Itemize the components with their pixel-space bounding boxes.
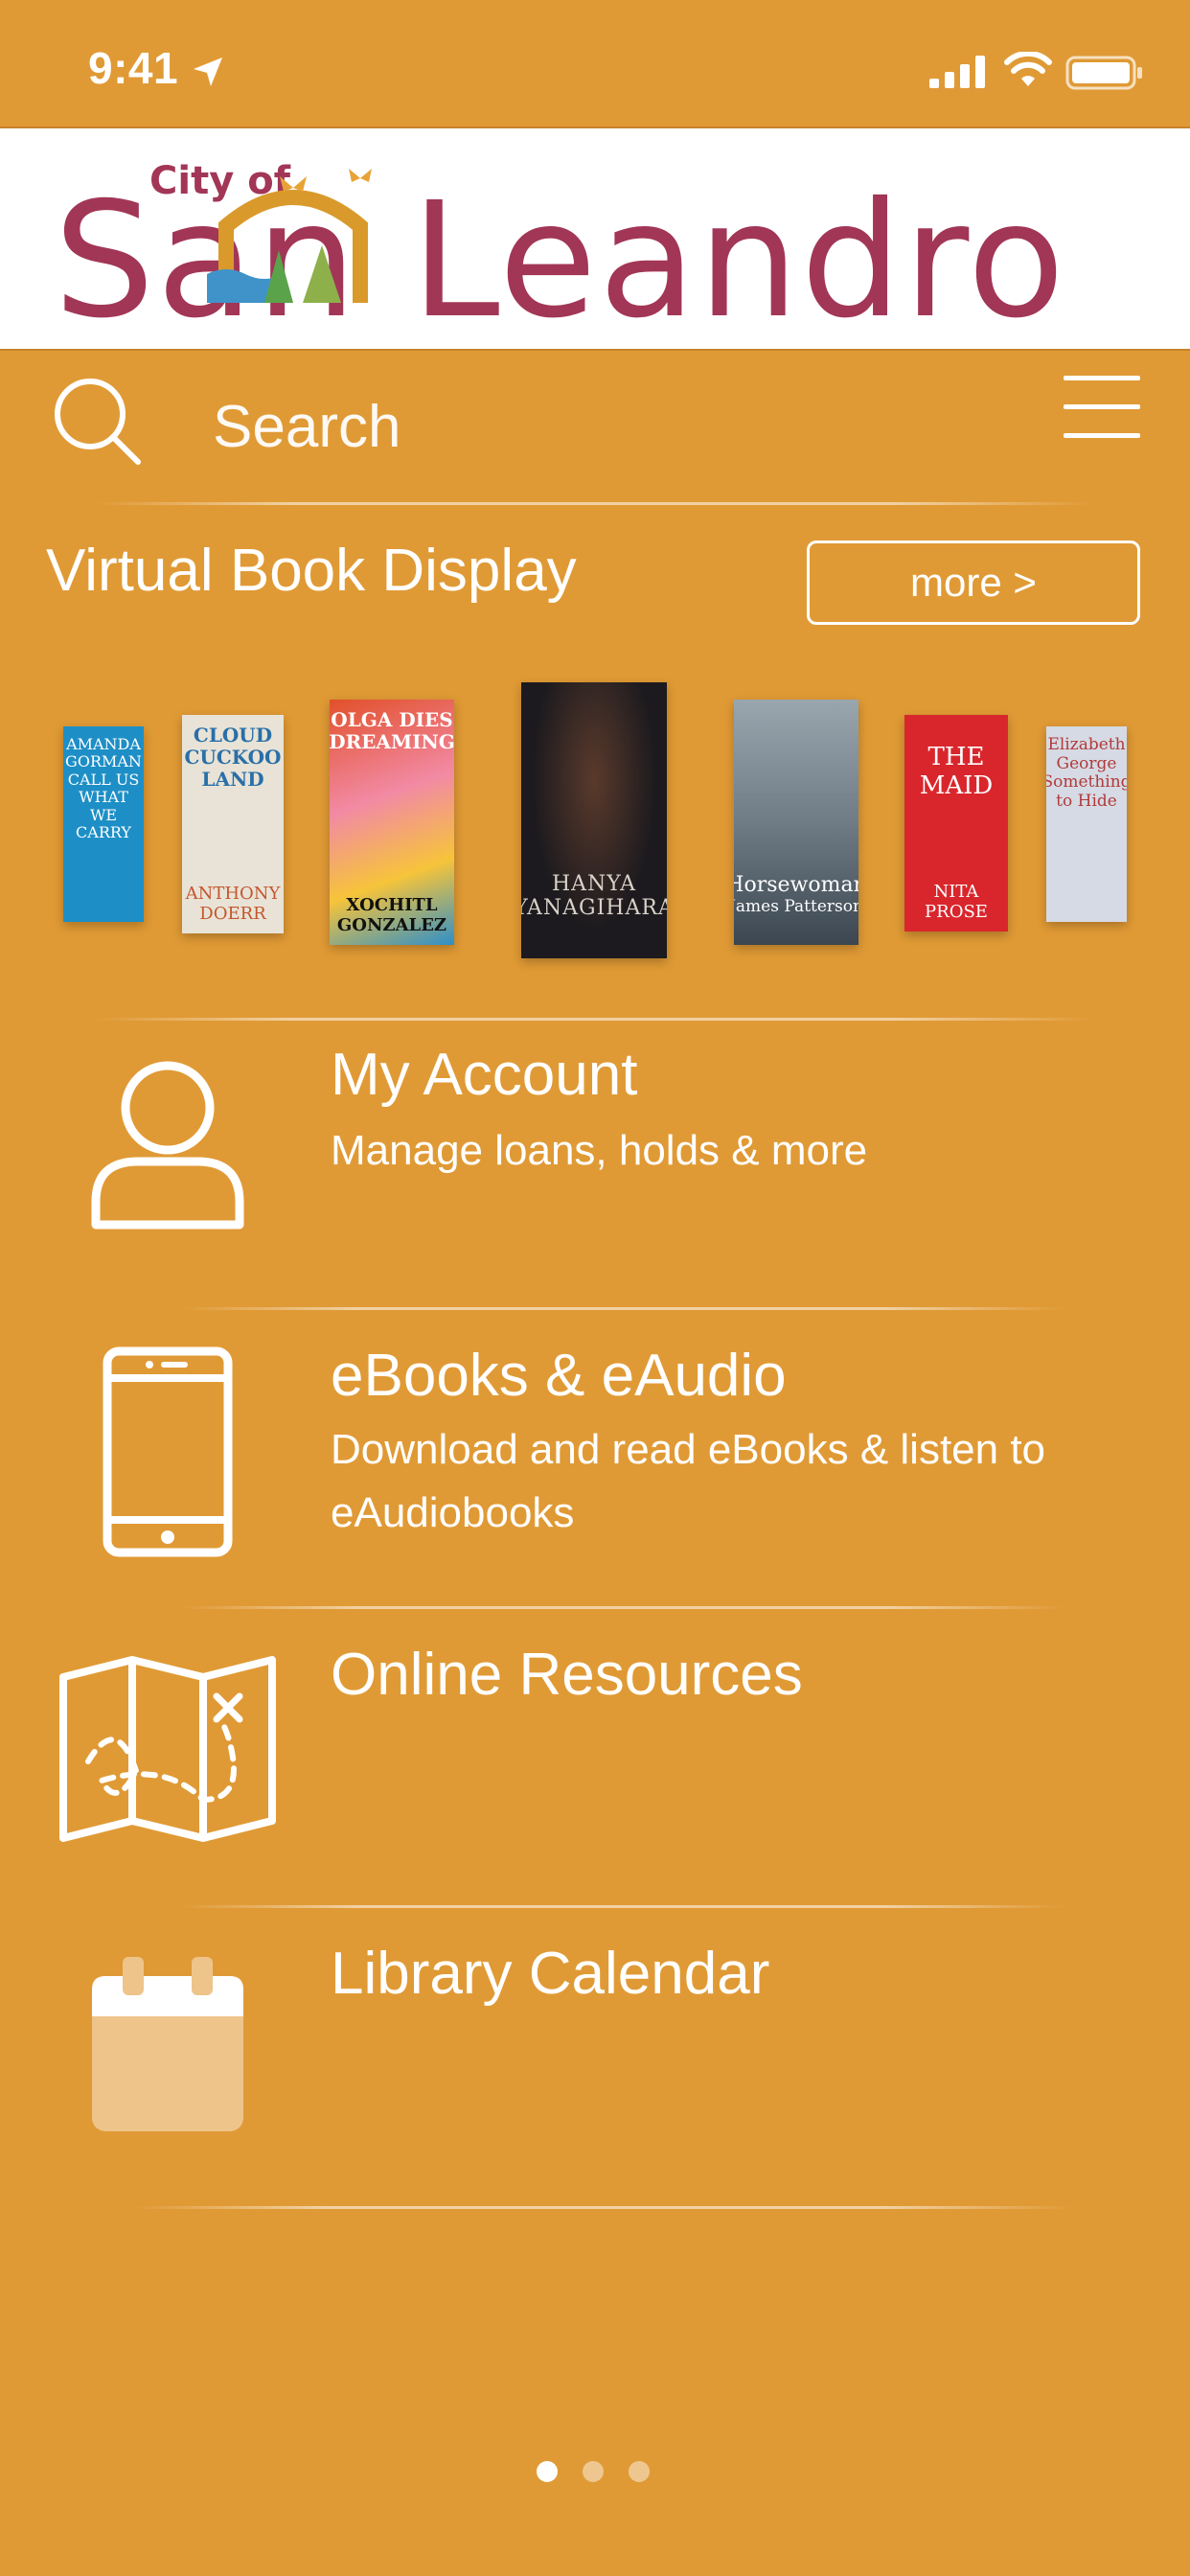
tablet-icon (103, 1346, 233, 1557)
map-icon (59, 1656, 276, 1842)
divider (182, 1307, 1064, 1310)
book-display-title: Virtual Book Display (46, 538, 577, 604)
book-cover[interactable]: Horsewoman James Patterson (734, 700, 858, 945)
divider (96, 502, 1092, 505)
page-dot[interactable] (583, 2461, 604, 2482)
menu-item-subtitle: Manage loans, holds & more (331, 1127, 868, 1174)
book-cover[interactable]: THE MAID NITA PROSE (904, 715, 1008, 932)
search-icon[interactable] (50, 374, 146, 470)
arch-butterfly-logo-icon (207, 169, 372, 303)
divider (96, 1018, 1092, 1021)
divider (182, 1606, 1064, 1609)
cellular-signal-icon (929, 56, 985, 88)
page-indicator[interactable] (537, 2461, 675, 2487)
menu-item-subtitle: Download and read eBooks & listen to eAu… (331, 1426, 1046, 1536)
book-cover[interactable]: AMANDA GORMAN CALL US WHAT WE CARRY (63, 726, 144, 922)
location-arrow-icon (194, 58, 222, 86)
battery-icon (1065, 56, 1142, 90)
status-time: 9:41 (88, 43, 179, 93)
page-dot[interactable] (629, 2461, 650, 2482)
divider (134, 2206, 1073, 2209)
menu-item-ebooks[interactable]: eBooks & eAudio (331, 1342, 787, 1410)
book-cover[interactable]: CLOUD CUCKOO LAND ANTHONY DOERR (182, 715, 284, 933)
page-dot[interactable] (537, 2461, 558, 2482)
hamburger-menu-icon[interactable] (1064, 374, 1142, 443)
divider (182, 1905, 1064, 1908)
menu-item-my-account[interactable]: My Account (331, 1041, 637, 1109)
menu-item-library-calendar[interactable]: Library Calendar (331, 1940, 769, 2008)
search-input[interactable] (211, 387, 981, 466)
book-cover[interactable]: OLGA DIES DREAMING XOCHITL GONZALEZ (330, 700, 454, 945)
more-books-button[interactable]: more > (807, 540, 1140, 625)
menu-item-online-resources[interactable]: Online Resources (331, 1641, 803, 1709)
book-cover[interactable]: Elizabeth George Something to Hide (1046, 726, 1127, 922)
user-icon (91, 1061, 244, 1230)
book-cover[interactable]: HANYA YANAGIHARA (521, 682, 667, 958)
calendar-icon (92, 1957, 243, 2131)
wifi-icon (1004, 52, 1052, 86)
